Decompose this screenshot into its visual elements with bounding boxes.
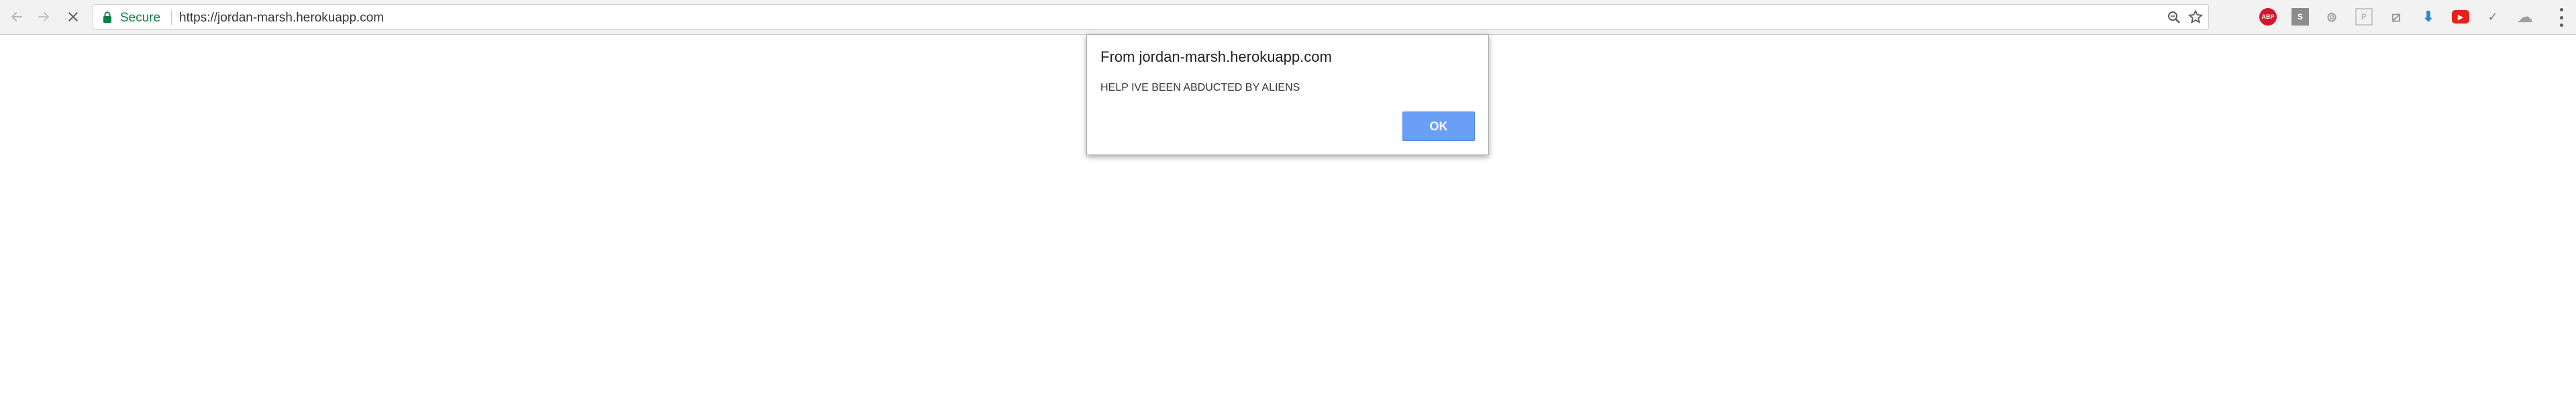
youtube-icon[interactable]: ▶ (2452, 10, 2469, 24)
check-glyph: ✓ (2487, 9, 2498, 24)
alert-dialog: From jordan-marsh.herokuapp.com HELP IVE… (1086, 34, 1489, 155)
extension-p-glyph: P (2361, 12, 2367, 21)
omnibox-separator (171, 10, 172, 25)
menu-dot (2559, 8, 2563, 11)
star-icon[interactable] (2187, 9, 2204, 28)
ok-button[interactable]: OK (1402, 112, 1475, 141)
browser-toolbar: Secure https://jordan-marsh.herokuapp.co… (0, 0, 2576, 35)
back-arrow-icon[interactable] (7, 7, 27, 27)
extension-circle-glyph: ⊚ (2326, 9, 2338, 25)
extension-p-icon[interactable]: P (2355, 8, 2373, 26)
extension-s-glyph: S (2297, 12, 2303, 21)
lock-icon (103, 11, 112, 26)
menu-dot (2559, 24, 2563, 27)
check-icon[interactable]: ✓ (2484, 8, 2502, 26)
adblock-plus-glyph: ABP (2261, 13, 2275, 20)
download-glyph: ⬇ (2422, 8, 2435, 25)
address-bar[interactable]: Secure https://jordan-marsh.herokuapp.co… (93, 4, 2209, 30)
forward-arrow-icon[interactable] (34, 7, 54, 27)
adblock-plus-icon[interactable]: ABP (2259, 8, 2277, 26)
dialog-title: From jordan-marsh.herokuapp.com (1100, 48, 1332, 65)
extension-box-icon[interactable]: ⧄ (2387, 8, 2405, 26)
extension-s-icon[interactable]: S (2291, 8, 2309, 26)
extension-circle-icon[interactable]: ⊚ (2323, 8, 2340, 26)
more-vert-icon[interactable] (2558, 8, 2565, 27)
dialog-message: HELP IVE BEEN ABDUCTED BY ALIENS (1100, 82, 1300, 93)
cloud-glyph: ☁ (2517, 7, 2533, 26)
cloud-icon[interactable]: ☁ (2516, 8, 2534, 26)
secure-label: Secure (120, 11, 161, 25)
zoom-icon[interactable] (2167, 10, 2181, 28)
extension-box-glyph: ⧄ (2391, 8, 2401, 25)
download-icon[interactable]: ⬇ (2420, 8, 2437, 26)
youtube-glyph: ▶ (2457, 13, 2464, 21)
url-text[interactable]: https://jordan-marsh.herokuapp.com (179, 11, 384, 26)
menu-dot (2559, 15, 2563, 19)
stop-loading-icon[interactable] (63, 7, 83, 27)
